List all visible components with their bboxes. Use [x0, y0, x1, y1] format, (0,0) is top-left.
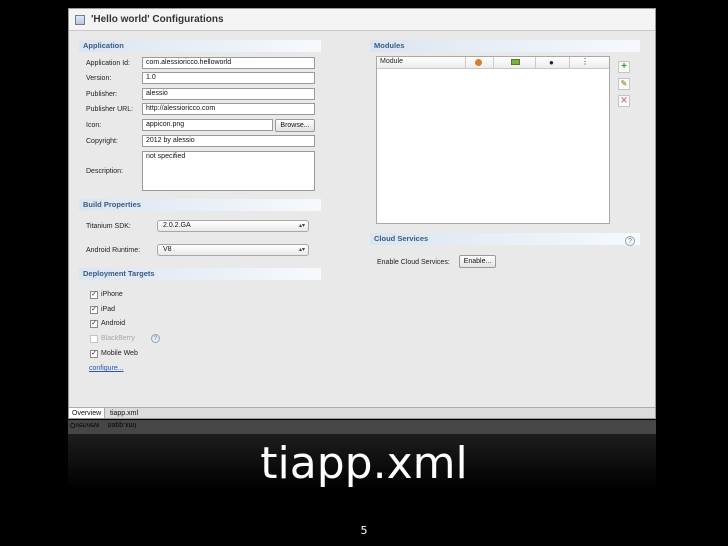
column-divider — [569, 57, 570, 68]
label-app-id: Application Id: — [86, 60, 130, 67]
label-icon: Icon: — [86, 122, 102, 129]
copyright-input[interactable]: 2012 by alessio — [142, 135, 315, 147]
browse-button[interactable]: Browse... — [275, 119, 315, 132]
version-input[interactable]: 1.0 — [142, 72, 315, 84]
label-description: Description: — [86, 168, 123, 175]
slide-title: tiapp.xml — [260, 438, 468, 489]
titanium-sdk-select[interactable]: 2.0.2.GA ▴▾ — [157, 220, 309, 232]
column-divider — [493, 57, 494, 68]
config-file-icon — [75, 14, 85, 25]
column-module: Module — [380, 58, 403, 65]
reflection-tabs: Overview tiapp.xml — [68, 420, 656, 434]
column-divider — [535, 57, 536, 68]
checkbox-iphone[interactable]: ✓ — [90, 291, 98, 299]
blackberry-icon: ⋮ — [581, 57, 589, 66]
label-android: Android — [101, 320, 126, 327]
label-mobile-web: Mobile Web — [101, 350, 138, 357]
edit-module-button[interactable]: ✎ — [618, 78, 630, 90]
publisher-input[interactable]: alessio — [142, 88, 315, 100]
help-icon[interactable]: ? — [151, 334, 160, 343]
section-modules: Modules — [370, 40, 640, 52]
app-id-input[interactable]: com.alessioricco.helloworld — [142, 57, 315, 69]
apple-icon: ● — [549, 58, 554, 67]
select-arrows-icon: ▴▾ — [298, 223, 305, 229]
section-application: Application — [79, 40, 321, 52]
android-runtime-select[interactable]: V8 ▴▾ — [157, 244, 309, 256]
label-publisher-url: Publisher URL: — [86, 106, 134, 113]
section-deployment-targets: Deployment Targets — [79, 268, 321, 280]
add-module-button[interactable]: + — [618, 61, 630, 73]
editor-title: 'Hello world' Configurations — [91, 14, 224, 25]
checkbox-ipad[interactable]: ✓ — [90, 306, 98, 314]
label-copyright: Copyright: — [86, 138, 118, 145]
label-titanium-sdk: Titanium SDK: — [86, 223, 131, 230]
tab-overview[interactable]: Overview — [69, 408, 106, 418]
modules-table-header: Module ● ⋮ — [377, 57, 609, 69]
description-textarea[interactable]: not specified — [142, 151, 315, 191]
slide-page-number: 5 — [360, 524, 368, 537]
enable-cloud-button[interactable]: Enable... — [459, 255, 496, 268]
label-version: Version: — [86, 75, 112, 82]
android-icon — [511, 59, 520, 65]
section-cloud-services: Cloud Services — [370, 233, 640, 245]
android-runtime-value: V8 — [163, 246, 172, 253]
label-publisher: Publisher: — [86, 91, 118, 98]
reflection-tab-tiapp-xml: tiapp.xml — [108, 421, 137, 428]
checkbox-blackberry[interactable] — [90, 335, 98, 343]
remove-module-button[interactable]: ✕ — [618, 95, 630, 107]
reflection-tab-overview: Overview — [70, 421, 100, 428]
column-divider — [465, 57, 466, 68]
tab-tiapp-xml[interactable]: tiapp.xml — [107, 408, 141, 418]
cloud-help-icon[interactable]: ? — [625, 236, 635, 246]
label-android-runtime: Android Runtime: — [86, 247, 141, 254]
titanium-sdk-value: 2.0.2.GA — [163, 222, 191, 229]
editor-tabs: Overview tiapp.xml — [69, 407, 655, 418]
modules-table[interactable]: Module ● ⋮ — [376, 56, 610, 224]
label-blackberry: BlackBerry — [101, 335, 135, 342]
section-build-properties: Build Properties — [79, 199, 321, 211]
checkbox-mobile-web[interactable]: ✓ — [90, 350, 98, 358]
checkbox-android[interactable]: ✓ — [90, 320, 98, 328]
label-iphone: iPhone — [101, 291, 123, 298]
label-ipad: iPad — [101, 306, 116, 313]
mobile-web-icon — [475, 59, 482, 66]
label-enable-cloud: Enable Cloud Services: — [377, 259, 450, 266]
editor-titlebar: 'Hello world' Configurations — [69, 9, 655, 31]
editor-screenshot: 'Hello world' Configurations Application… — [68, 8, 656, 419]
publisher-url-input[interactable]: http://alessioricco.com — [142, 103, 315, 115]
icon-input[interactable]: appicon.png — [142, 119, 273, 131]
select-arrows-icon: ▴▾ — [298, 247, 305, 253]
configure-link[interactable]: configure... — [89, 365, 124, 372]
